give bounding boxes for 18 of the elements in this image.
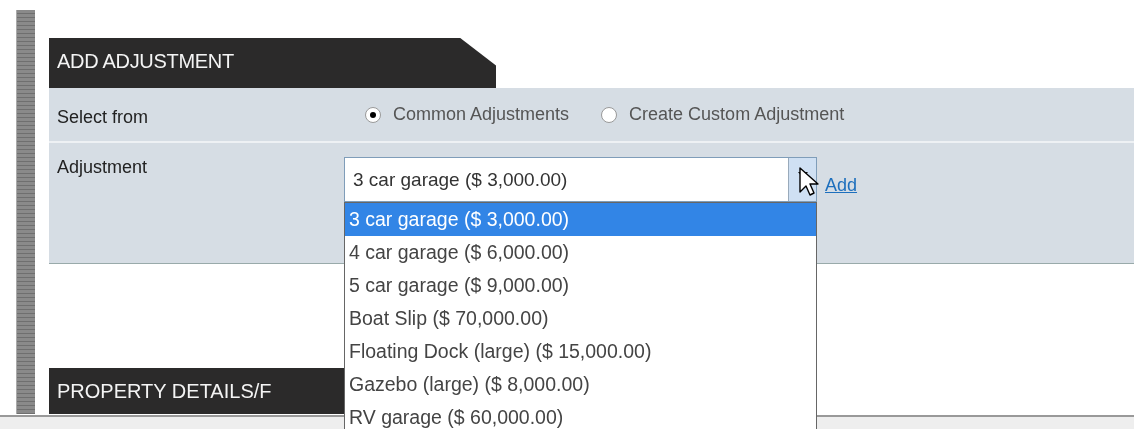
radio-button[interactable] (601, 106, 618, 123)
field-label: Select from (57, 106, 150, 128)
dropdown-option[interactable]: 3 car garage ($ 3,000.00) (345, 203, 816, 236)
dropdown-option[interactable]: Floating Dock (large) ($ 15,000.00) (345, 335, 816, 368)
adjustment-dropdown[interactable]: 3 car garage ($ 3,000.00) (344, 157, 817, 202)
mouse-pointer-icon (799, 167, 819, 197)
radio-label[interactable]: Common Adjustments (393, 104, 570, 125)
dropdown-option[interactable]: RV garage ($ 60,000.00) (345, 401, 816, 429)
radio-label[interactable]: Create Custom Adjustment (629, 104, 845, 125)
dropdown-option[interactable]: 5 car garage ($ 9,000.00) (345, 269, 816, 302)
radio-button[interactable] (365, 106, 381, 123)
section-header: PROPERTY DETAILS/F (49, 368, 346, 414)
dropdown-option[interactable]: 4 car garage ($ 6,000.00) (345, 236, 816, 269)
dropdown-option[interactable]: Boat Slip ($ 70,000.00) (345, 302, 816, 335)
dropdown-option[interactable]: Gazebo (large) ($ 8,000.00) (345, 368, 816, 401)
section-header: ADD ADJUSTMENT (49, 38, 496, 88)
add-link[interactable]: Add (825, 175, 858, 196)
field-label: Adjustment (57, 157, 149, 179)
